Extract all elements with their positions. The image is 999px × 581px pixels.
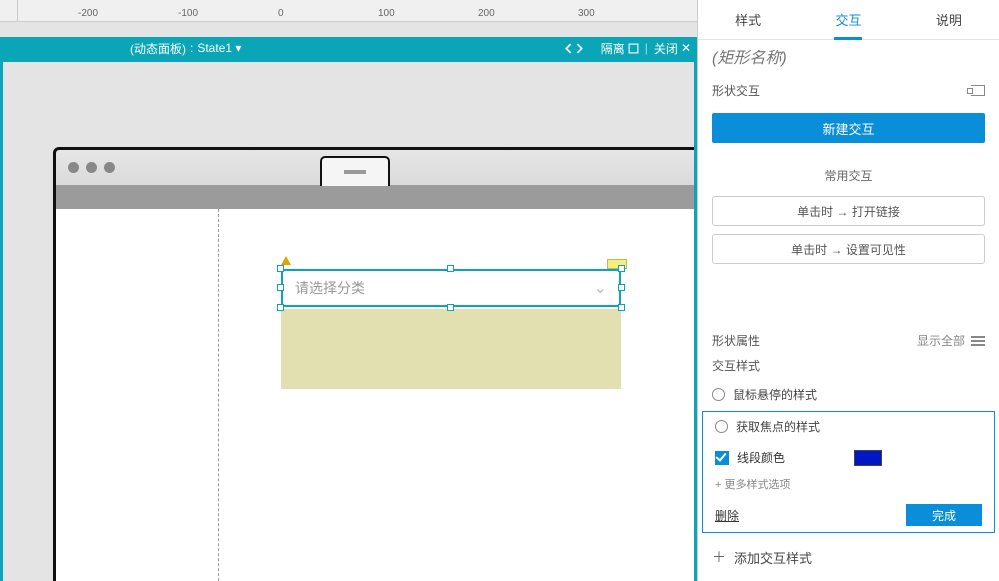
radio-icon	[715, 420, 728, 433]
resize-handle[interactable]	[447, 265, 454, 272]
menu-icon	[971, 334, 985, 348]
add-interact-style[interactable]: ＋ 添加交互样式	[698, 533, 999, 581]
shape-props-label: 形状属性	[712, 332, 760, 349]
presets-icon[interactable]	[971, 85, 985, 96]
focus-style-row[interactable]: 获取焦点的样式	[703, 412, 994, 441]
shape-interact-label: 形状交互	[712, 82, 760, 99]
close-button[interactable]: 关闭 ✕	[654, 40, 691, 57]
resize-handle[interactable]	[618, 304, 625, 311]
delete-style-button[interactable]: 删除	[715, 507, 739, 524]
panel-widget-type: (动态面板)	[130, 40, 186, 57]
browser-tab-icon	[320, 156, 390, 186]
state-selector[interactable]: State1 ▾	[197, 41, 241, 55]
browser-mockup: 请选择分类 ⌄	[53, 147, 697, 581]
interact-styles-label: 交互样式	[698, 353, 999, 382]
ruler-horizontal: -200 -100 0 100 200 300	[0, 0, 697, 22]
preset-click-link[interactable]: 单击时 → 打开链接	[712, 196, 985, 226]
new-interaction-button[interactable]: 新建交互	[712, 113, 985, 143]
dropdown-panel-area	[281, 309, 621, 389]
resize-handle[interactable]	[277, 304, 284, 311]
tab-notes[interactable]: 说明	[899, 0, 999, 39]
panel-editor-frame: 请选择分类 ⌄	[0, 59, 697, 581]
resize-handle[interactable]	[277, 284, 284, 291]
ruler-tick: 200	[478, 8, 495, 19]
widget-name-input[interactable]	[712, 50, 985, 68]
guide-line[interactable]	[218, 209, 219, 581]
close-icon: ✕	[681, 41, 691, 55]
radio-icon	[712, 388, 725, 401]
resize-handle[interactable]	[618, 284, 625, 291]
ruler-tick: 0	[278, 8, 284, 19]
ruler-tick: 100	[378, 8, 395, 19]
line-color-swatch[interactable]	[854, 450, 882, 466]
selected-widget[interactable]: 请选择分类 ⌄	[281, 269, 621, 307]
more-style-options[interactable]: + 更多样式选项	[703, 474, 994, 500]
isolate-button[interactable]: 隔离	[601, 40, 639, 57]
focus-style-label: 获取焦点的样式	[736, 418, 820, 435]
ruler-tick: -100	[178, 8, 198, 19]
resize-handle[interactable]	[447, 304, 454, 311]
tab-interact[interactable]: 交互	[798, 0, 898, 39]
line-color-label: 线段颜色	[737, 449, 785, 466]
common-interactions-label: 常用交互	[698, 167, 999, 184]
select-placeholder: 请选择分类	[295, 278, 594, 298]
focus-style-editor: 获取焦点的样式 线段颜色 + 更多样式选项 删除 完成	[702, 411, 995, 533]
tab-style[interactable]: 样式	[698, 0, 798, 39]
hover-style-row[interactable]: 鼠标悬停的样式	[698, 382, 999, 407]
inspector-panel: 样式 交互 说明 形状交互 新建交互 常用交互 单击时 → 打开链接 单击时 →…	[697, 0, 999, 581]
done-button[interactable]: 完成	[906, 504, 982, 526]
dynamic-panel-bar: (动态面板): State1 ▾ 隔离 | 关闭 ✕	[0, 37, 697, 59]
resize-handle[interactable]	[618, 265, 625, 272]
canvas-area: -200 -100 0 100 200 300 (动态面板): State1 ▾…	[0, 0, 697, 581]
plus-icon: ＋	[712, 547, 726, 567]
footnote-marker-icon[interactable]	[281, 256, 291, 265]
prev-state-icon[interactable]	[563, 43, 574, 54]
next-state-icon[interactable]	[574, 43, 585, 54]
show-all-button[interactable]: 显示全部	[917, 332, 985, 349]
line-color-checkbox[interactable]	[715, 451, 729, 465]
preset-click-visible[interactable]: 单击时 → 设置可见性	[712, 234, 985, 264]
hover-style-label: 鼠标悬停的样式	[733, 386, 817, 403]
chevron-down-icon: ⌄	[594, 278, 607, 298]
ruler-tick: 300	[578, 8, 595, 19]
ruler-tick: -200	[78, 8, 98, 19]
add-style-label: 添加交互样式	[734, 548, 812, 567]
resize-handle[interactable]	[277, 265, 284, 272]
